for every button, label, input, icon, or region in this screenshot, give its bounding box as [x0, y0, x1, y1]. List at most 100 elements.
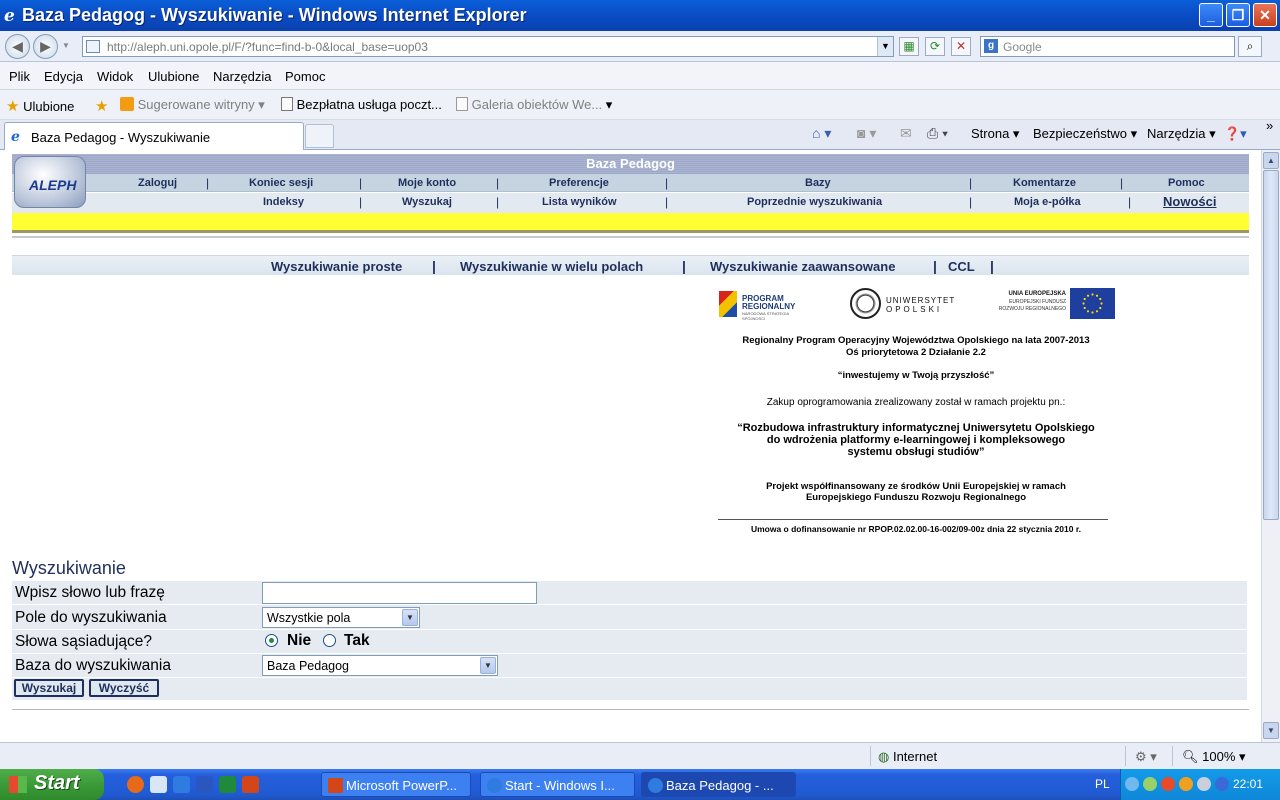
feeds-icon[interactable]: ◙ ▾: [857, 125, 876, 142]
network-icon[interactable]: [1143, 777, 1157, 791]
tab-simple-search[interactable]: Wyszukiwanie proste: [271, 259, 402, 274]
field-select-value: Wszystkie pola: [267, 611, 351, 625]
cofinanced-line-2: Europejskiego Funduszu Rozwoju Regionaln…: [805, 492, 1027, 503]
task-baza-pedagog[interactable]: Baza Pedagog - ...: [641, 772, 796, 797]
help-tray-icon[interactable]: [1125, 777, 1139, 791]
menu-help[interactable]: Pomoc: [285, 69, 325, 84]
powerpoint-icon: [328, 778, 343, 793]
phrase-input[interactable]: [262, 582, 537, 604]
aleph-logo-text: ALEPH: [29, 177, 77, 193]
minimize-button[interactable]: _: [1199, 3, 1223, 27]
chevron-down-icon[interactable]: ▼: [480, 657, 496, 674]
field-select[interactable]: Wszystkie pola ▼: [262, 607, 420, 628]
tab-multi-field-search[interactable]: Wyszukiwanie w wielu polach: [460, 259, 643, 274]
page-menu[interactable]: Strona ▾: [971, 126, 1019, 142]
powerpoint-icon[interactable]: [242, 776, 259, 793]
add-favorite-icon[interactable]: ★: [95, 97, 108, 115]
word-icon[interactable]: [196, 776, 213, 793]
bluetooth-icon[interactable]: [1215, 777, 1229, 791]
search-box[interactable]: g Google: [980, 36, 1235, 57]
aleph-logo[interactable]: ALEPH: [14, 156, 86, 208]
history-dropdown-icon[interactable]: ▼: [62, 41, 70, 50]
print-icon[interactable]: ⎙ ▾: [927, 125, 948, 142]
divider: [870, 746, 871, 766]
security-zone[interactable]: ◍ Internet: [878, 749, 937, 765]
volume-icon[interactable]: [1197, 777, 1211, 791]
divider: [12, 709, 1249, 710]
nav-my-account[interactable]: Moje konto: [398, 177, 456, 189]
address-field[interactable]: http://aleph.uni.opole.pl/F/?func=find-b…: [82, 36, 894, 57]
clock[interactable]: 22:01: [1233, 777, 1263, 791]
scroll-thumb[interactable]: [1263, 170, 1279, 520]
nav-previous-searches[interactable]: Poprzednie wyszukiwania: [747, 196, 882, 208]
protected-mode-icon[interactable]: ⚙ ▾: [1135, 749, 1157, 765]
back-button[interactable]: ◀: [5, 34, 30, 59]
restore-button[interactable]: ❐: [1226, 3, 1250, 27]
menu-edit[interactable]: Edycja: [44, 69, 83, 84]
nav-help[interactable]: Pomoc: [1168, 177, 1205, 189]
nav-databases[interactable]: Bazy: [805, 177, 831, 189]
refresh-icon[interactable]: ⟳: [925, 37, 945, 56]
language-indicator[interactable]: PL: [1095, 777, 1110, 791]
close-button[interactable]: ✕: [1253, 3, 1277, 27]
menu-file[interactable]: Plik: [9, 69, 30, 84]
free-mail-link[interactable]: Bezpłatna usługa poczt...: [281, 97, 442, 112]
update-icon[interactable]: [1179, 777, 1193, 791]
suggested-sites-link[interactable]: Sugerowane witryny ▾: [120, 97, 265, 113]
task-start-ie[interactable]: Start - Windows I...: [480, 772, 635, 797]
internet-explorer-icon[interactable]: [173, 776, 190, 793]
tab-ccl-search[interactable]: CCL: [948, 259, 975, 274]
nav-results-list[interactable]: Lista wyników: [542, 196, 617, 208]
nav-my-eshelf[interactable]: Moja e-półka: [1014, 196, 1081, 208]
desktop-icon[interactable]: [150, 776, 167, 793]
firefox-icon[interactable]: [127, 776, 144, 793]
task-powerpoint[interactable]: Microsoft PowerP...: [321, 772, 471, 797]
antivirus-icon[interactable]: [1161, 777, 1175, 791]
adjacent-no-radio[interactable]: [265, 634, 278, 647]
compatibility-view-icon[interactable]: ▦: [899, 37, 919, 56]
start-button[interactable]: Start: [0, 769, 104, 800]
menu-tools[interactable]: Narzędzia: [213, 69, 272, 84]
favorites-button[interactable]: ★ Ulubione: [6, 97, 74, 115]
help-icon[interactable]: ❓▾: [1224, 126, 1247, 142]
menu-favorites[interactable]: Ulubione: [148, 69, 199, 84]
nav-search[interactable]: Wyszukaj: [402, 196, 452, 208]
divider: [12, 236, 1249, 238]
tab-advanced-search[interactable]: Wyszukiwanie zaawansowane: [710, 259, 895, 274]
base-select[interactable]: Baza Pedagog ▼: [262, 655, 498, 676]
nav-end-session[interactable]: Koniec sesji: [249, 177, 313, 189]
read-mail-icon[interactable]: ✉: [900, 125, 912, 142]
stop-icon[interactable]: ✕: [951, 37, 971, 56]
nav-indexes[interactable]: Indeksy: [263, 196, 304, 208]
search-placeholder: Google: [1003, 40, 1042, 54]
menu-view[interactable]: Widok: [97, 69, 133, 84]
search-icon[interactable]: ⌕: [1238, 36, 1262, 57]
web-slice-gallery-link[interactable]: Galeria obiektów We... ▾: [456, 97, 612, 113]
search-button[interactable]: Wyszukaj: [14, 679, 84, 697]
nav-login[interactable]: Zaloguj: [138, 177, 177, 189]
vertical-scrollbar[interactable]: ▲ ▼: [1261, 150, 1280, 742]
address-url[interactable]: http://aleph.uni.opole.pl/F/?func=find-b…: [107, 40, 428, 54]
chevron-down-icon[interactable]: ▼: [402, 609, 418, 626]
new-tab-button[interactable]: [305, 124, 334, 148]
tab-baza-pedagog[interactable]: e Baza Pedagog - Wyszukiwanie: [4, 122, 304, 150]
home-icon[interactable]: ⌂ ▾: [812, 125, 831, 142]
scroll-down-icon[interactable]: ▼: [1263, 722, 1279, 739]
more-chevron-icon[interactable]: »: [1266, 118, 1273, 133]
adjacent-yes-radio[interactable]: [323, 634, 336, 647]
nav-new-items[interactable]: Nowości: [1163, 194, 1216, 209]
security-menu[interactable]: Bezpieczeństwo ▾: [1033, 126, 1137, 142]
clear-button[interactable]: Wyczyść: [89, 679, 159, 697]
zoom-level[interactable]: 🔍︎ 100% ▾: [1182, 749, 1246, 765]
nav-comments[interactable]: Komentarze: [1013, 177, 1076, 189]
scroll-up-icon[interactable]: ▲: [1263, 152, 1279, 169]
forward-button[interactable]: ▶: [33, 34, 58, 59]
university-opole-logo: UNIWERSYTET OPOLSKI: [850, 288, 954, 320]
suggested-sites-icon: [120, 97, 134, 111]
window-title-bar[interactable]: e Baza Pedagog - Wyszukiwanie - Windows …: [0, 0, 1280, 31]
address-dropdown-icon[interactable]: ▼: [877, 37, 893, 56]
excel-icon[interactable]: [219, 776, 236, 793]
base-label: Baza do wyszukiwania: [15, 657, 171, 674]
nav-preferences[interactable]: Preferencje: [549, 177, 609, 189]
tools-menu[interactable]: Narzędzia ▾: [1147, 126, 1216, 142]
